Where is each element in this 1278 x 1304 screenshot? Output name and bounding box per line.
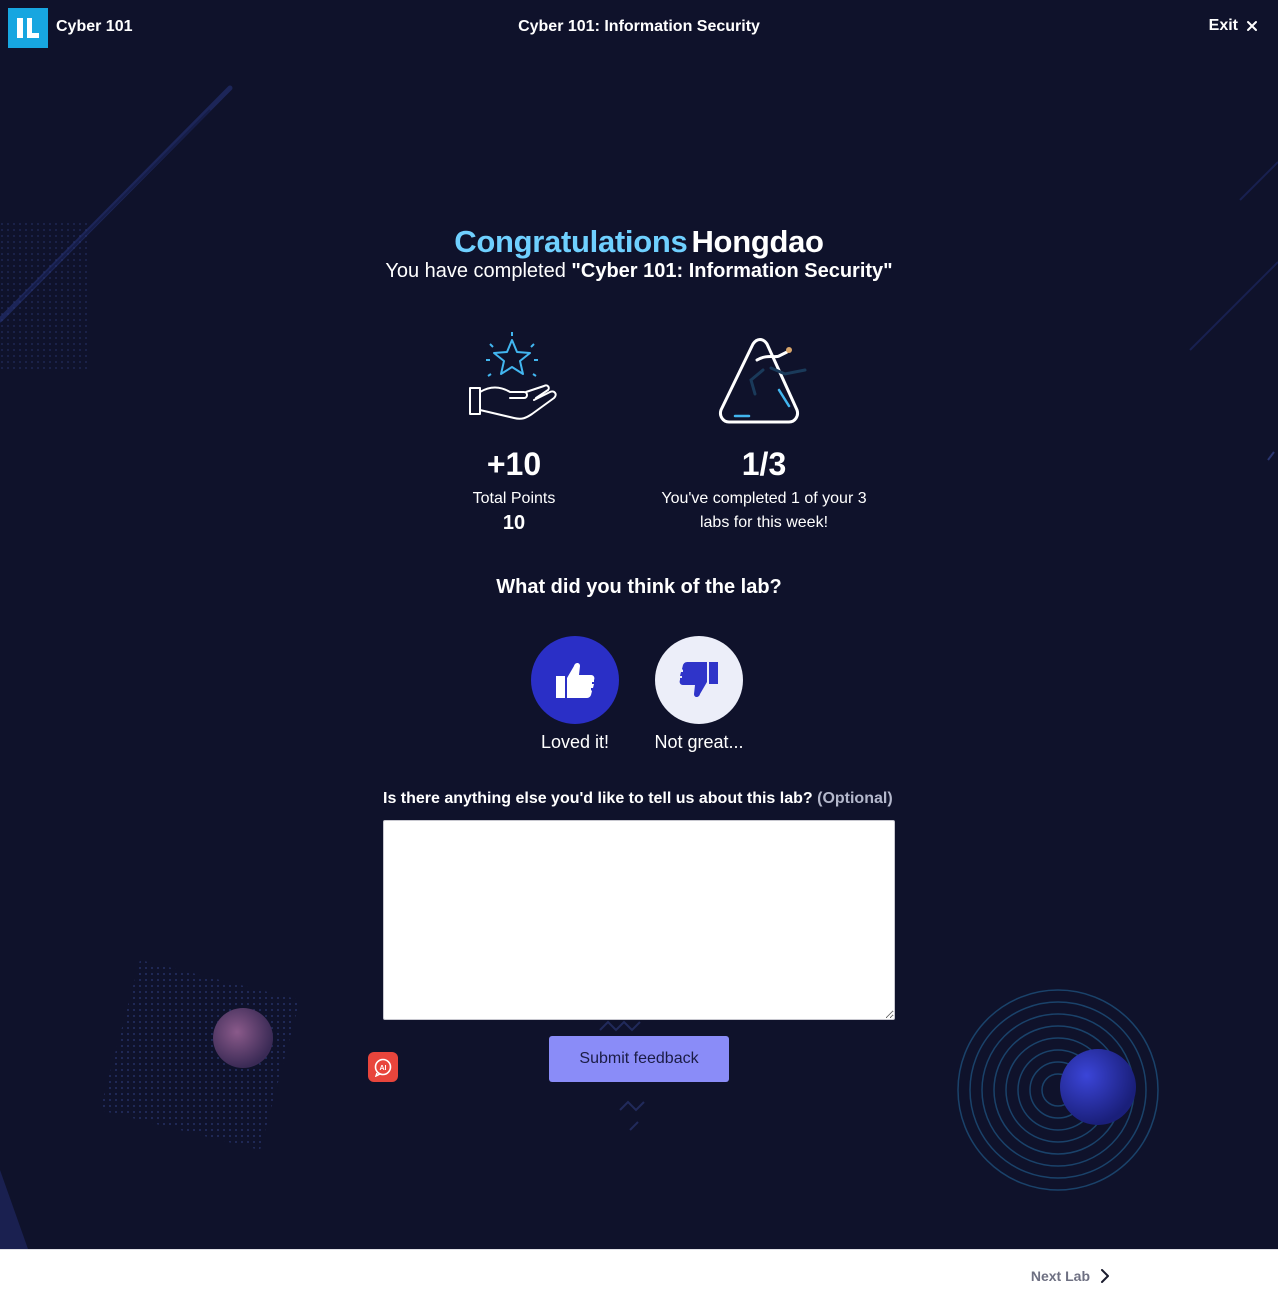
completed-prefix: You have completed <box>385 260 572 282</box>
footer-bar: Next Lab <box>0 1249 1278 1304</box>
next-lab-link[interactable]: Next Lab <box>1031 1268 1110 1284</box>
comment-textarea[interactable] <box>383 820 895 1020</box>
weekly-labs-line2: labs for this week! <box>699 514 829 531</box>
comment-label: Is there anything else you'd like to tel… <box>383 790 893 808</box>
weekly-labs-line1: You've completed 1 of your 3 <box>661 490 867 507</box>
total-points-value: 10 <box>502 512 526 534</box>
congrats-word: Congratulations <box>454 224 688 259</box>
thumbs-down-circle[interactable] <box>655 636 743 724</box>
total-points-label: Total Points <box>472 490 556 507</box>
optional-tag: (Optional) <box>817 790 893 807</box>
loved-it-button[interactable]: Loved it! <box>510 636 640 753</box>
not-great-label: Not great... <box>654 732 744 752</box>
not-great-button[interactable]: Not great... <box>634 636 764 753</box>
ai-assistant-button[interactable]: AI <box>368 1052 398 1082</box>
weekly-labs-progress: 1/3 <box>741 446 787 482</box>
comment-label-text: Is there anything else you'd like to tel… <box>383 790 813 807</box>
congratulations-heading: Congratulations Hongdao <box>0 224 1278 260</box>
next-lab-label: Next Lab <box>1030 1268 1090 1284</box>
loved-it-label: Loved it! <box>540 732 610 752</box>
points-earned: +10 <box>486 446 542 482</box>
runner-triangle-icon <box>719 338 807 424</box>
thumbs-down-icon <box>679 662 718 697</box>
weekly-labs-stat: 1/3 You've completed 1 of your 3 labs fo… <box>634 330 894 535</box>
thumbs-up-icon <box>556 663 595 698</box>
exit-button[interactable]: Exit <box>1209 17 1258 35</box>
close-icon <box>1247 21 1257 31</box>
svg-text:AI: AI <box>380 1065 387 1072</box>
submit-feedback-button[interactable]: Submit feedback <box>549 1036 729 1082</box>
chevron-right-icon <box>1101 1269 1109 1283</box>
thumbs-up-circle[interactable] <box>531 636 619 724</box>
page-title: Cyber 101: Information Security <box>518 18 760 35</box>
points-stat: +10 Total Points 10 <box>424 330 604 535</box>
lab-complete-screen: Cyber 101 Cyber 101: Information Securit… <box>0 0 1278 1249</box>
ai-assistant-icon: AI <box>374 1058 392 1077</box>
feedback-question: What did you think of the lab? <box>496 576 782 598</box>
exit-label: Exit <box>1208 17 1238 34</box>
user-name: Hongdao <box>691 224 824 259</box>
completed-message: You have completed "Cyber 101: Informati… <box>0 260 1278 283</box>
star-hand-icon <box>469 332 557 420</box>
completed-lab-name: "Cyber 101: Information Security" <box>571 260 893 282</box>
